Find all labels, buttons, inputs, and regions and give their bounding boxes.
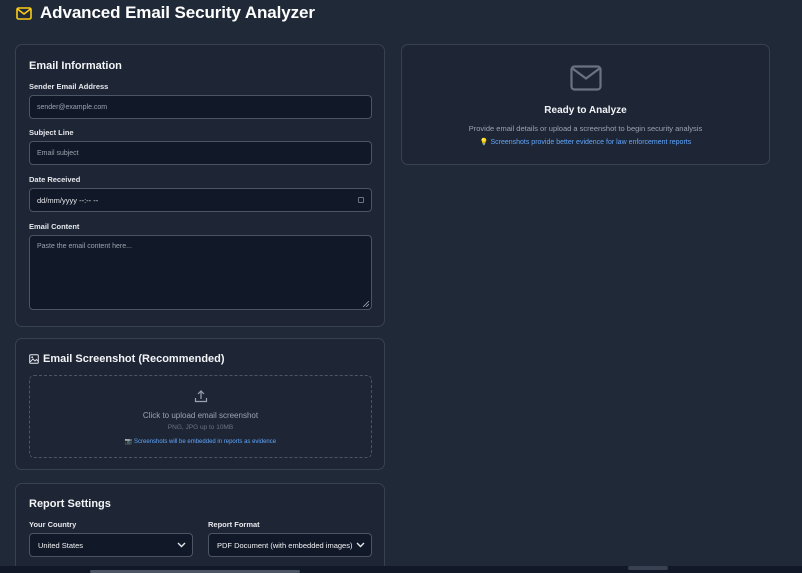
country-select[interactable]: United States <box>29 533 193 557</box>
content-label: Email Content <box>29 222 80 231</box>
upload-formats: PNG, JPG up to 10MB <box>167 424 234 431</box>
country-label: Your Country <box>29 520 77 529</box>
resize-handle-icon[interactable] <box>363 301 369 307</box>
subject-label: Subject Line <box>29 128 74 137</box>
country-value: United States <box>38 540 84 550</box>
ready-description: Provide email details or upload a screen… <box>468 124 703 133</box>
scrollbar-thumb[interactable] <box>628 566 668 570</box>
report-format-select[interactable]: PDF Document (with embedded images) <box>208 533 372 557</box>
email-screenshot-title: Email Screenshot (Recommended) <box>43 353 225 365</box>
email-screenshot-card: Email Screenshot (Recommended) Click to … <box>15 338 385 470</box>
subject-input[interactable]: Email subject <box>29 141 372 165</box>
date-received-input[interactable]: dd/mm/yyyy --:-- -- <box>29 188 372 212</box>
chevron-down-icon <box>356 542 365 548</box>
report-settings-title: Report Settings <box>29 498 111 510</box>
email-content-textarea[interactable]: Paste the email content here... <box>29 235 372 310</box>
ready-title: Ready to Analyze <box>544 105 627 116</box>
image-icon <box>29 354 39 364</box>
format-label: Report Format <box>208 520 260 529</box>
ready-tip: 💡 Screenshots provide better evidence fo… <box>479 139 692 146</box>
upload-icon <box>194 390 208 403</box>
content-placeholder: Paste the email content here... <box>37 243 132 250</box>
date-value: dd/mm/yyyy --:-- -- <box>37 195 99 205</box>
mail-icon <box>16 6 32 20</box>
calendar-icon[interactable] <box>358 197 364 203</box>
analysis-status-card: Ready to Analyze Provide email details o… <box>401 44 770 165</box>
date-label: Date Received <box>29 175 81 184</box>
email-information-title: Email Information <box>29 60 122 72</box>
report-settings-card: Report Settings Your Country United Stat… <box>15 483 385 573</box>
app-header: Advanced Email Security Analyzer <box>16 3 315 23</box>
email-information-card: Email Information Sender Email Address s… <box>15 44 385 327</box>
format-value: PDF Document (with embedded images) <box>217 540 353 550</box>
chevron-down-icon <box>177 542 186 548</box>
upload-text: Click to upload email screenshot <box>142 411 259 420</box>
sender-label: Sender Email Address <box>29 82 109 91</box>
screenshot-dropzone[interactable]: Click to upload email screenshot PNG, JP… <box>29 375 372 458</box>
upload-note: 📷 Screenshots will be embedded in report… <box>124 439 277 445</box>
sender-email-input[interactable]: sender@example.com <box>29 95 372 119</box>
app-title: Advanced Email Security Analyzer <box>40 3 315 22</box>
envelope-icon <box>570 65 602 91</box>
